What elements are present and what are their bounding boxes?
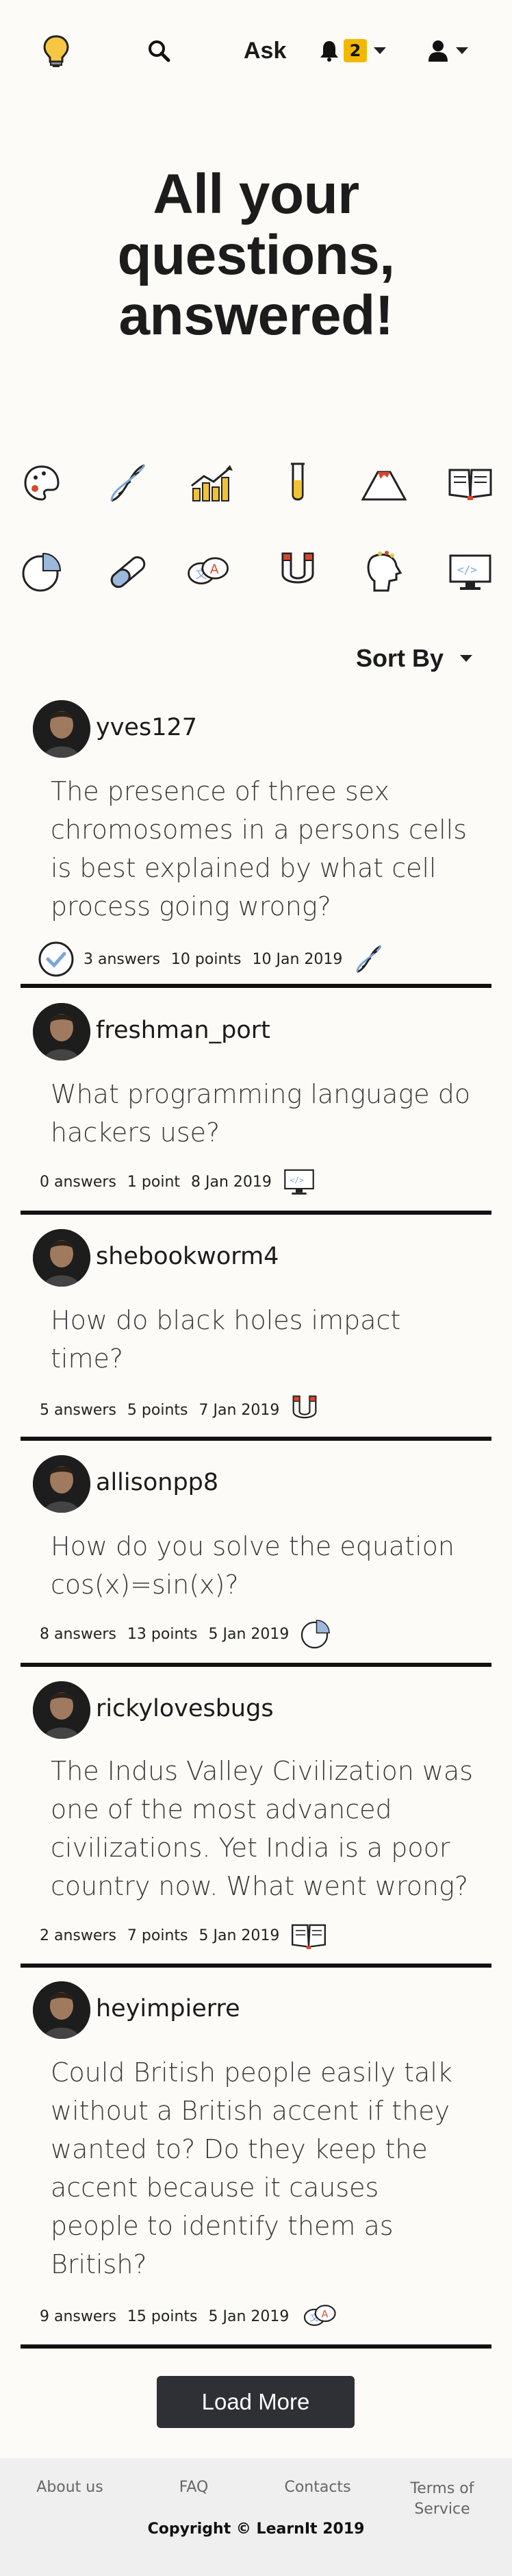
search-icon[interactable] <box>145 37 172 64</box>
svg-text:A: A <box>322 2309 329 2320</box>
username-link[interactable]: shebookworm4 <box>96 1243 279 1270</box>
chevron-down-icon <box>374 47 386 54</box>
question-meta: 8 answers 13 points 5 Jan 2019 <box>40 1618 331 1650</box>
question-date: 8 Jan 2019 <box>191 1173 272 1191</box>
question-text[interactable]: What programming language do hackers use… <box>51 1075 475 1152</box>
answer-count: 2 answers <box>40 1927 116 1944</box>
footer-link-terms-line: Service <box>414 2501 470 2518</box>
book-icon[interactable] <box>446 459 494 507</box>
hero-title-line: All your <box>153 163 359 225</box>
user-icon <box>428 40 448 62</box>
test-tube-icon[interactable] <box>274 459 322 507</box>
load-more-button[interactable]: Load More <box>157 2376 355 2428</box>
username-link[interactable]: freshman_port <box>96 1017 270 1044</box>
notification-count-badge: 2 <box>344 39 367 62</box>
svg-text:</>: </> <box>290 1175 304 1185</box>
avatar[interactable] <box>33 1229 90 1287</box>
question-meta: 0 answers 1 point 8 Jan 2019 </> <box>40 1168 316 1196</box>
divider <box>21 1964 491 1968</box>
palette-icon[interactable] <box>18 459 66 507</box>
divider <box>21 1437 491 1441</box>
footer-link-terms-line: Terms of <box>410 2480 474 2497</box>
question-meta: 3 answers 10 points 10 Jan 2019 <box>36 939 385 980</box>
head-icon[interactable] <box>360 548 408 596</box>
pie-chart-icon <box>301 1620 331 1649</box>
copyright: Copyright © LearnIt 2019 <box>147 2521 365 2538</box>
answer-count: 9 answers <box>40 2307 116 2325</box>
question-meta: 9 answers 15 points 5 Jan 2019 文A <box>40 2301 341 2332</box>
question-date: 10 Jan 2019 <box>252 950 343 968</box>
question-text[interactable]: The presence of three sex chromosomes in… <box>51 772 475 926</box>
answer-count: 3 answers <box>84 950 160 968</box>
footer-link-faq[interactable]: FAQ <box>160 2479 227 2496</box>
avatar[interactable] <box>33 1681 90 1739</box>
language-icon: 文A <box>304 2305 337 2327</box>
computer-code-icon: </> <box>284 1169 314 1195</box>
volcano-icon[interactable] <box>360 459 408 507</box>
avatar[interactable] <box>33 1455 90 1513</box>
question-text[interactable]: The Indus Valley Civilization was one of… <box>51 1752 475 1905</box>
user-menu-dropdown[interactable] <box>427 36 468 66</box>
divider <box>21 1211 491 1215</box>
avatar[interactable] <box>33 700 90 758</box>
magnet-icon <box>292 1395 317 1419</box>
question-text[interactable]: How do black holes impact time? <box>51 1301 420 1378</box>
points: 7 points <box>127 1927 188 1944</box>
question-text[interactable]: Could British people easily talk without… <box>51 2053 461 2283</box>
computer-code-icon[interactable]: </> <box>446 548 494 596</box>
svg-text:</>: </> <box>457 563 477 576</box>
hero-title-line: answered! <box>118 284 394 347</box>
answered-check-icon <box>38 941 74 977</box>
dna-icon[interactable] <box>104 459 152 507</box>
bell-icon <box>320 41 338 62</box>
points: 15 points <box>127 2307 198 2325</box>
question-date: 7 Jan 2019 <box>199 1401 280 1419</box>
username-link[interactable]: yves127 <box>96 714 197 741</box>
divider <box>21 984 491 988</box>
pie-chart-icon[interactable] <box>18 548 66 596</box>
question-date: 5 Jan 2019 <box>208 1625 290 1643</box>
magnet-icon[interactable] <box>274 548 322 596</box>
chevron-down-icon <box>456 47 468 54</box>
divider <box>21 1663 491 1667</box>
username-link[interactable]: allisonpp8 <box>96 1469 218 1496</box>
language-icon[interactable]: 文A <box>185 548 233 596</box>
answer-count: 5 answers <box>40 1401 116 1419</box>
question-date: 5 Jan 2019 <box>199 1927 280 1944</box>
logo-lightbulb-icon[interactable] <box>40 33 73 70</box>
divider <box>21 2344 491 2349</box>
dna-icon <box>356 945 382 974</box>
question-text[interactable]: How do you solve the equation cos(x)=sin… <box>51 1527 475 1604</box>
footer-link-about[interactable]: About us <box>27 2479 112 2496</box>
avatar[interactable] <box>33 1003 90 1061</box>
notifications-dropdown[interactable]: 2 <box>319 36 386 66</box>
avatar[interactable] <box>33 1981 90 2039</box>
chevron-down-icon <box>460 655 473 662</box>
ask-link[interactable]: Ask <box>244 36 286 66</box>
svg-text:A: A <box>210 562 219 577</box>
question-meta: 5 answers 5 points 7 Jan 2019 <box>40 1394 319 1426</box>
points: 13 points <box>127 1625 198 1643</box>
username-link[interactable]: rickylovesbugs <box>96 1695 274 1722</box>
book-icon <box>292 1924 327 1949</box>
sort-by-label: Sort By <box>356 644 444 672</box>
points: 10 points <box>170 950 242 968</box>
points: 5 points <box>127 1401 188 1419</box>
chart-icon[interactable] <box>188 459 235 507</box>
hero-title: All your questions, answered! <box>0 164 512 347</box>
question-date: 5 Jan 2019 <box>208 2307 290 2325</box>
answer-count: 0 answers <box>40 1173 116 1191</box>
question-meta: 2 answers 7 points 5 Jan 2019 <box>40 1920 327 1950</box>
points: 1 point <box>127 1173 181 1191</box>
footer-link-contacts[interactable]: Contacts <box>277 2479 359 2496</box>
sort-by-dropdown[interactable]: Sort By <box>356 644 473 673</box>
answer-count: 8 answers <box>40 1625 116 1643</box>
footer-link-terms[interactable]: Terms of Service <box>397 2479 487 2520</box>
hero-title-line: questions, <box>117 223 395 286</box>
username-link[interactable]: heyimpierre <box>96 1995 240 2022</box>
pill-icon[interactable] <box>104 548 152 596</box>
